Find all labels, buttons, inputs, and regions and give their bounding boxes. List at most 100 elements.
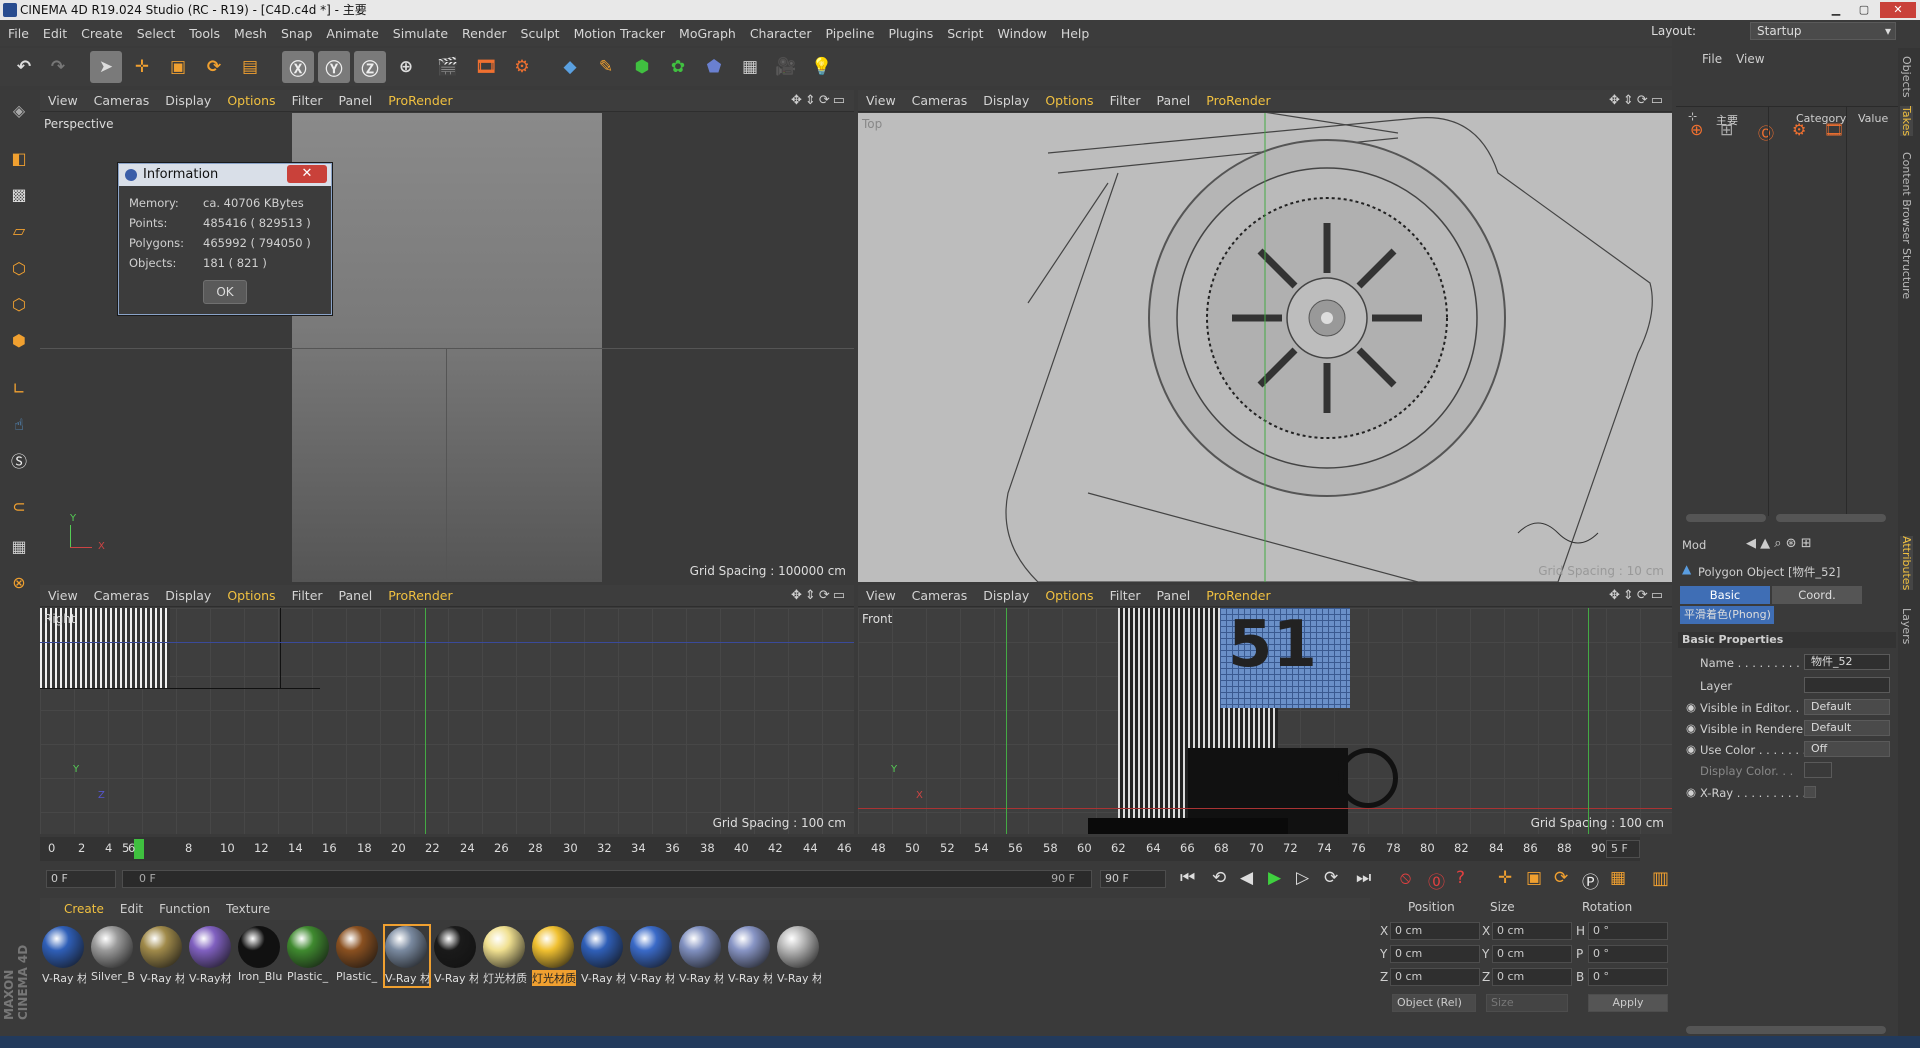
- material-swatch[interactable]: V-Ray 材: [434, 926, 478, 986]
- xray-checkbox[interactable]: [1804, 786, 1816, 798]
- vp-menu-display[interactable]: Display: [983, 93, 1029, 108]
- rotate-tool-icon[interactable]: ⟳: [198, 51, 230, 83]
- solo-icon[interactable]: ⊗: [3, 566, 35, 598]
- name-field[interactable]: 物件_52: [1804, 654, 1890, 670]
- vp-menu-panel[interactable]: Panel: [1157, 588, 1191, 603]
- size-y-field[interactable]: 0 cm: [1492, 945, 1572, 963]
- tab-objects[interactable]: Objects: [1900, 56, 1913, 98]
- position-y-field[interactable]: 0 cm: [1390, 945, 1480, 963]
- material-swatch[interactable]: 灯光材质: [532, 926, 576, 986]
- key-position-icon[interactable]: ✛: [1498, 868, 1512, 888]
- render-picture-viewer-icon[interactable]: 🎞: [470, 51, 502, 83]
- previous-frame-icon[interactable]: ◀: [1240, 868, 1253, 888]
- previous-key-icon[interactable]: ⟲: [1212, 868, 1226, 888]
- record-keys-icon[interactable]: ⦸: [1400, 868, 1411, 888]
- vp-menu-prorender[interactable]: ProRender: [388, 93, 452, 108]
- material-swatch[interactable]: Plastic_: [336, 926, 380, 986]
- vp-menu-view[interactable]: View: [866, 588, 896, 603]
- menu-help[interactable]: Help: [1061, 26, 1090, 41]
- points-mode-icon[interactable]: ⬡: [3, 252, 35, 284]
- menu-file[interactable]: File: [8, 26, 29, 41]
- visible-editor-radio-icon[interactable]: ◉: [1686, 700, 1696, 714]
- vp-menu-prorender[interactable]: ProRender: [1206, 588, 1270, 603]
- menu-window[interactable]: Window: [998, 26, 1047, 41]
- workplane-mode-icon[interactable]: ▱: [3, 214, 35, 246]
- timeline-end-field[interactable]: 5 F: [1606, 840, 1640, 858]
- vp-menu-cameras[interactable]: Cameras: [912, 588, 968, 603]
- vp-menu-view[interactable]: View: [866, 93, 896, 108]
- use-color-select[interactable]: Off: [1804, 741, 1890, 757]
- menu-simulate[interactable]: Simulate: [393, 26, 448, 41]
- material-menu-create[interactable]: Create: [64, 902, 104, 916]
- take-icon-3[interactable]: Ⓞ: [1758, 120, 1774, 144]
- select-tool-icon[interactable]: ➤: [90, 51, 122, 83]
- horizontal-scrollbar-2[interactable]: [1776, 514, 1886, 522]
- viewport-right[interactable]: Right Y Z Grid Spacing : 100 cm: [40, 608, 854, 834]
- attr-nav-icons[interactable]: ◀ ▲ ⌕ ⊛ ⊞: [1746, 536, 1812, 551]
- material-swatch[interactable]: V-Ray 材: [679, 926, 723, 986]
- vp-menu-display[interactable]: Display: [983, 588, 1029, 603]
- go-to-end-icon[interactable]: ⏭: [1356, 868, 1371, 888]
- tab-layers[interactable]: Layers: [1900, 608, 1913, 644]
- light-icon[interactable]: 💡: [806, 51, 838, 83]
- cloner-icon[interactable]: ✿: [662, 51, 694, 83]
- vp-menu-cameras[interactable]: Cameras: [912, 93, 968, 108]
- scale-tool-icon[interactable]: ▣: [162, 51, 194, 83]
- vp-menu-cameras[interactable]: Cameras: [94, 93, 150, 108]
- vp-menu-display[interactable]: Display: [165, 93, 211, 108]
- viewport-nav-icons[interactable]: ✥⇕⟳▭: [791, 93, 848, 108]
- material-swatch[interactable]: V-Ray 材: [777, 926, 821, 986]
- menu-select[interactable]: Select: [137, 26, 176, 41]
- menu-mograph[interactable]: MoGraph: [679, 26, 736, 41]
- dialog-close-icon[interactable]: ✕: [287, 165, 327, 183]
- viewport-top[interactable]: Top Grid Spacing : 10 cm: [858, 113, 1672, 582]
- key-pla-icon[interactable]: ▦: [1610, 868, 1626, 888]
- menu-script[interactable]: Script: [947, 26, 983, 41]
- vp-menu-panel[interactable]: Panel: [1157, 93, 1191, 108]
- magnet-icon[interactable]: ⊂: [3, 490, 35, 522]
- rotation-b-field[interactable]: 0 °: [1588, 968, 1668, 986]
- key-rotation-icon[interactable]: ⟳: [1554, 868, 1568, 888]
- move-tool-icon[interactable]: ✛: [126, 51, 158, 83]
- use-color-radio-icon[interactable]: ◉: [1686, 742, 1696, 756]
- vp-menu-filter[interactable]: Filter: [1110, 93, 1141, 108]
- attr-mode-menu[interactable]: Mod: [1682, 538, 1706, 552]
- tab-basic[interactable]: Basic: [1680, 586, 1770, 604]
- vp-menu-prorender[interactable]: ProRender: [1206, 93, 1270, 108]
- vp-menu-filter[interactable]: Filter: [292, 93, 323, 108]
- viewport-nav-icons[interactable]: ✥⇕⟳▭: [791, 588, 848, 603]
- edges-mode-icon[interactable]: ⬡: [3, 288, 35, 320]
- material-swatch[interactable]: Silver_B: [91, 926, 135, 986]
- attr-scrollbar[interactable]: [1686, 1026, 1886, 1034]
- frame-range-slider[interactable]: 0 F 90 F: [122, 870, 1092, 888]
- tab-coord[interactable]: Coord.: [1772, 586, 1862, 604]
- material-swatch[interactable]: V-Ray 材: [383, 924, 431, 988]
- make-editable-icon[interactable]: ◈: [3, 94, 35, 126]
- menu-motion-tracker[interactable]: Motion Tracker: [574, 26, 665, 41]
- next-frame-icon[interactable]: ▷: [1296, 868, 1309, 888]
- render-settings-icon[interactable]: ⚙: [506, 51, 538, 83]
- snap-icon[interactable]: Ⓢ: [3, 444, 35, 476]
- material-swatch[interactable]: Iron_Blu: [238, 926, 282, 986]
- redo-icon[interactable]: ↷: [42, 51, 74, 83]
- close-window-icon[interactable]: ✕: [1880, 2, 1916, 18]
- menu-render[interactable]: Render: [462, 26, 507, 41]
- xray-radio-icon[interactable]: ◉: [1686, 785, 1696, 799]
- vp-menu-options[interactable]: Options: [1045, 93, 1093, 108]
- maximize-icon[interactable]: ▢: [1852, 2, 1876, 18]
- material-menu-edit[interactable]: Edit: [120, 902, 143, 916]
- max-frame-field[interactable]: 90 F: [1100, 870, 1166, 888]
- size-z-field[interactable]: 0 cm: [1492, 968, 1572, 986]
- playhead[interactable]: [134, 839, 144, 859]
- vp-menu-prorender[interactable]: ProRender: [388, 588, 452, 603]
- vp-menu-display[interactable]: Display: [165, 588, 211, 603]
- menu-snap[interactable]: Snap: [281, 26, 312, 41]
- coord-mode-select[interactable]: Object (Rel): [1392, 994, 1476, 1012]
- tab-structure[interactable]: Structure: [1900, 248, 1913, 299]
- undo-icon[interactable]: ↶: [8, 51, 40, 83]
- subdivision-surface-icon[interactable]: ⬢: [626, 51, 658, 83]
- cube-primitive-icon[interactable]: ◆: [554, 51, 586, 83]
- menu-edit[interactable]: Edit: [43, 26, 67, 41]
- ok-button[interactable]: OK: [203, 280, 247, 304]
- position-x-field[interactable]: 0 cm: [1390, 922, 1480, 940]
